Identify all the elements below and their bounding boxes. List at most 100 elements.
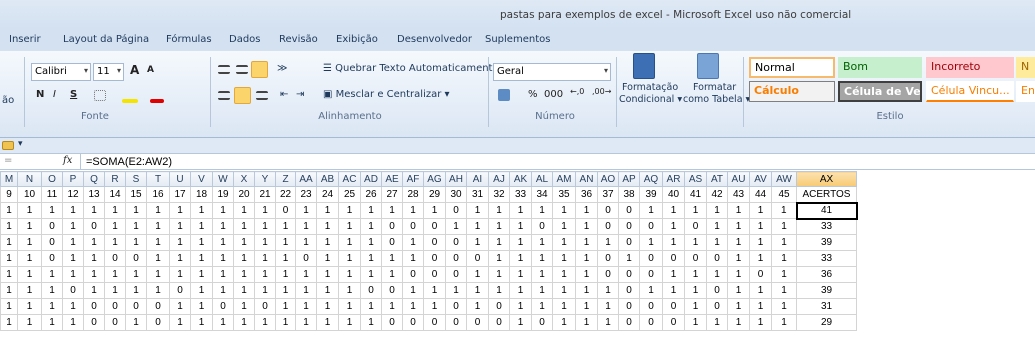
cell[interactable]: 1 [41,282,63,299]
cell[interactable]: 0 [423,218,446,235]
column-header[interactable]: AP [618,171,640,187]
cell[interactable]: 1 [597,314,619,331]
cell[interactable]: 1 [338,282,361,299]
cell[interactable]: 1 [771,282,797,299]
column-header[interactable]: AS [684,171,707,187]
cell[interactable]: 1 [169,202,191,219]
cell[interactable]: 1 [597,298,619,315]
style-bom[interactable]: Bom [838,57,922,78]
font-name-select[interactable]: Calibri ▾ [31,63,91,81]
column-header[interactable]: AX [796,171,857,187]
cell[interactable]: 0 [531,218,553,235]
cell[interactable]: 0 [423,234,446,251]
cell[interactable]: 0 [597,218,619,235]
cell[interactable]: 1 [662,282,685,299]
increase-indent-icon[interactable]: ⇥ [296,89,304,100]
column-header[interactable]: Z [275,171,296,187]
cell[interactable]: 1 [190,234,213,251]
align-top-icon[interactable] [218,65,230,74]
cell[interactable]: 1 [316,218,339,235]
cell[interactable]: 1 [771,202,797,219]
cell[interactable]: 0 [597,250,619,267]
cell[interactable]: 1 [190,314,213,331]
cell[interactable]: 1 [104,266,126,283]
cell[interactable]: 0 [706,282,728,299]
column-header[interactable]: AW [771,171,797,187]
column-header[interactable]: AD [360,171,382,187]
cell[interactable]: 1 [316,250,339,267]
cell[interactable]: 1 [381,298,403,315]
cell[interactable]: 1 [402,202,424,219]
column-header[interactable]: AT [706,171,728,187]
cell[interactable]: 0 [381,282,403,299]
cell[interactable]: 1 [169,218,191,235]
cell[interactable]: 39 [796,282,857,299]
column-header[interactable]: AU [727,171,750,187]
column-header[interactable]: T [146,171,170,187]
cell[interactable]: 0 [104,298,126,315]
cell[interactable]: 1 [17,234,42,251]
bold-button[interactable]: N [36,89,44,100]
cell[interactable]: 1 [41,314,63,331]
cell[interactable]: 0 [41,218,63,235]
cell[interactable]: 1 [0,298,18,315]
cell[interactable]: 1 [83,234,105,251]
cell[interactable]: 1 [552,266,576,283]
cell[interactable]: 0 [684,218,707,235]
cell[interactable]: 1 [771,218,797,235]
cell[interactable]: 42 [706,186,728,203]
align-right-icon[interactable] [256,91,268,100]
cell[interactable]: 1 [275,250,296,267]
cell[interactable]: 1 [402,282,424,299]
cell[interactable]: 1 [254,218,276,235]
cell[interactable]: 1 [338,250,361,267]
cell[interactable]: 44 [749,186,772,203]
align-left-icon[interactable] [218,91,230,100]
cell[interactable]: 1 [575,298,598,315]
cell[interactable]: 1 [190,282,213,299]
cell[interactable]: 1 [466,282,489,299]
tab-dados[interactable]: Dados [229,34,261,45]
cell[interactable]: 0 [684,250,707,267]
cell[interactable]: 1 [727,250,750,267]
column-header[interactable]: X [233,171,255,187]
column-header[interactable]: AC [338,171,361,187]
cell[interactable]: 1 [360,202,382,219]
style-celula-verificacao[interactable]: Célula de Ve... [838,81,922,102]
cell[interactable]: 19 [212,186,234,203]
font-size-select[interactable]: 11 ▾ [93,63,124,81]
column-header[interactable]: AG [423,171,446,187]
percent-button[interactable]: % [528,89,538,100]
cell[interactable]: 0 [445,202,467,219]
column-header[interactable]: AI [466,171,489,187]
cell[interactable]: 1 [125,218,147,235]
cell[interactable]: 1 [212,234,234,251]
cell[interactable]: 0 [618,314,640,331]
cell[interactable]: 1 [662,218,685,235]
cell[interactable]: 1 [146,266,170,283]
align-bottom-icon[interactable] [251,61,268,78]
cell[interactable]: 1 [233,314,255,331]
cell[interactable]: 0 [381,314,403,331]
cell[interactable]: 1 [254,282,276,299]
cell[interactable]: 1 [212,218,234,235]
cell[interactable]: 33 [796,218,857,235]
cell[interactable]: 1 [295,314,317,331]
cell[interactable]: 1 [381,266,403,283]
tab-desenvolvedor[interactable]: Desenvolvedor [397,34,472,45]
cell[interactable]: 1 [190,266,213,283]
cell[interactable]: 25 [338,186,361,203]
cell[interactable]: 21 [254,186,276,203]
column-header[interactable]: AJ [488,171,510,187]
cell[interactable]: 1 [771,298,797,315]
cell[interactable]: 20 [233,186,255,203]
cell[interactable]: 0 [618,298,640,315]
cell[interactable]: 1 [360,314,382,331]
cell[interactable]: 1 [295,234,317,251]
cell[interactable]: 1 [125,314,147,331]
cell[interactable]: 1 [552,218,576,235]
cell[interactable]: 1 [190,250,213,267]
cell[interactable]: 1 [706,314,728,331]
cell[interactable]: 1 [190,218,213,235]
cell[interactable]: 1 [275,218,296,235]
